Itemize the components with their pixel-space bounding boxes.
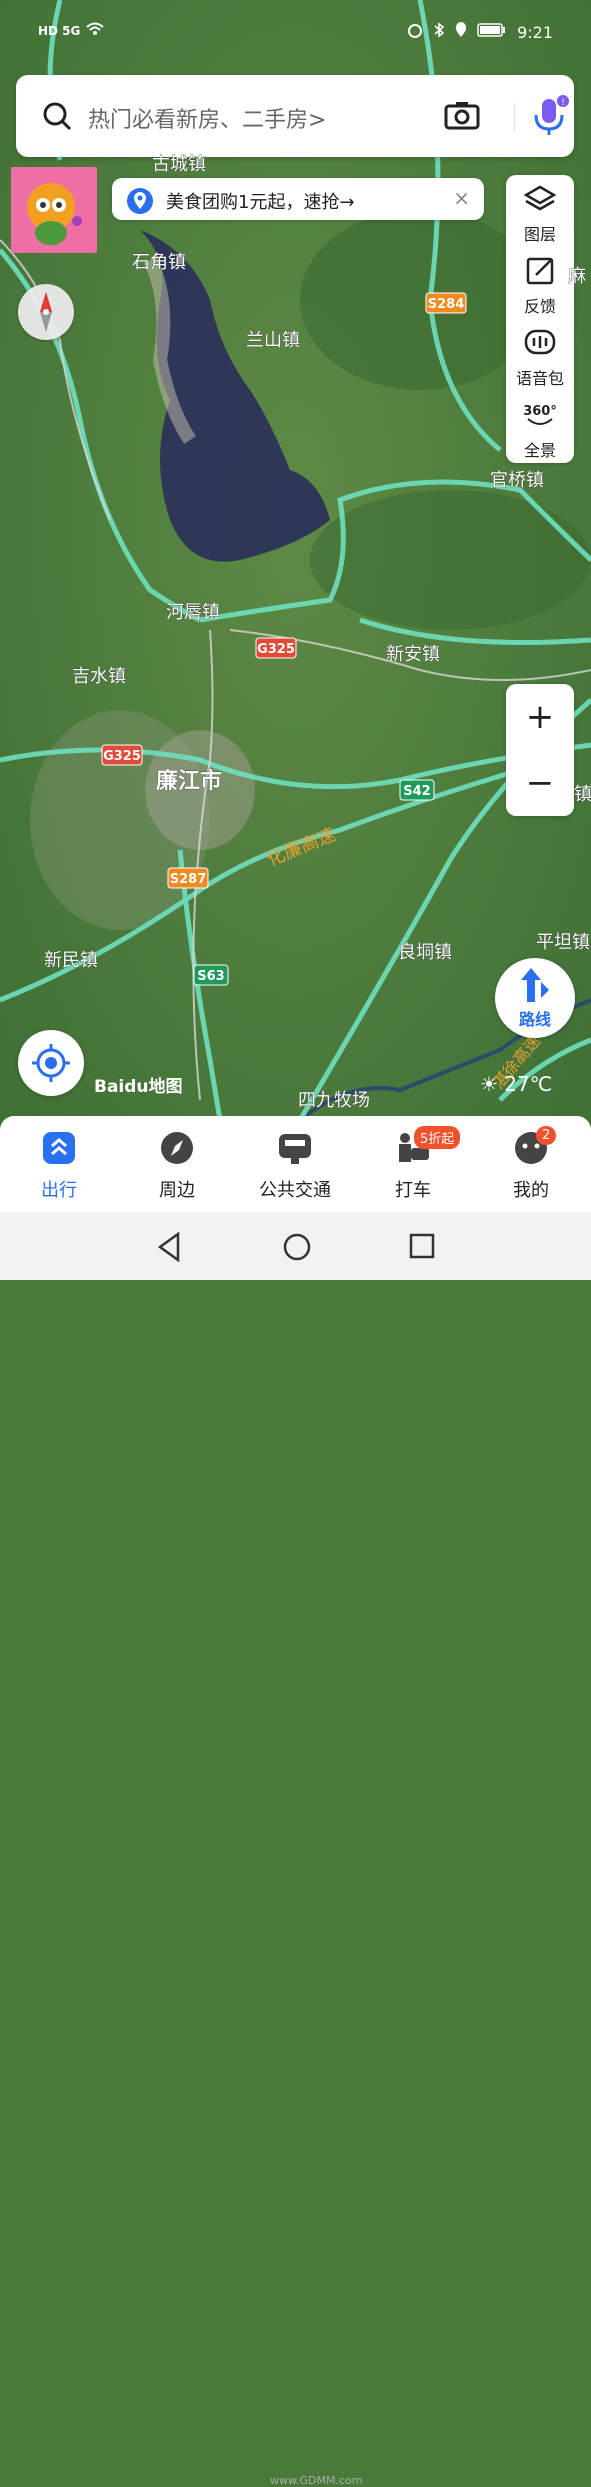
wifi-icon <box>86 22 105 39</box>
discount-badge: 5折起 <box>414 1126 461 1149</box>
notification-badge: 2 <box>536 1126 557 1145</box>
mascot-icon <box>27 183 82 245</box>
nav-profile[interactable]: 我的 2 <box>476 1126 586 1210</box>
zoom-out-button[interactable]: − <box>506 750 574 816</box>
bluetooth-icon <box>433 22 445 42</box>
compass-icon <box>40 292 52 332</box>
tool-label: 图层 <box>523 225 556 244</box>
voice-pack-icon <box>524 329 556 355</box>
compass-button[interactable] <box>18 284 74 340</box>
location-icon <box>455 22 467 42</box>
network-label: HD 5G <box>38 23 81 38</box>
svg-text:!: ! <box>561 98 565 108</box>
camera-icon[interactable] <box>444 99 480 135</box>
feedback-icon <box>526 257 554 285</box>
bottom-nav: 出行 周边 公共交通 打车 5折起 我的 2 <box>0 1116 591 1212</box>
nav-label: 我的 <box>513 1180 549 1201</box>
location-pin-icon <box>126 187 154 219</box>
clock: 9:21 <box>517 22 553 42</box>
search-divider <box>514 103 515 131</box>
bus-icon <box>279 1134 311 1164</box>
tool-voice-pack[interactable]: 语音包 <box>506 321 574 393</box>
tool-label: 反馈 <box>523 297 556 316</box>
crosshair-icon <box>32 1044 70 1082</box>
promo-text[interactable]: 美食团购1元起，速抢→ <box>166 188 355 214</box>
layers-icon <box>524 185 556 211</box>
alarm-icon <box>407 22 423 42</box>
system-nav-bar: www.GDMM.com <box>0 1212 591 2487</box>
search-placeholder[interactable]: 热门必看新房、二手房> <box>88 102 326 134</box>
nav-taxi[interactable]: 打车 5折起 <box>358 1126 468 1210</box>
home-icon[interactable] <box>282 1232 312 1262</box>
weather[interactable]: ☀ 27℃ <box>480 1072 552 1096</box>
nav-label: 公共交通 <box>259 1180 331 1201</box>
route-button[interactable]: 路线 <box>495 958 575 1038</box>
recents-icon[interactable] <box>408 1232 436 1260</box>
battery-icon <box>477 22 507 42</box>
panorama-badge: 360° <box>524 404 556 419</box>
zoom-in-button[interactable]: + <box>506 684 574 750</box>
nav-label: 打车 <box>395 1180 431 1201</box>
tool-feedback[interactable]: 反馈 <box>506 249 574 321</box>
nav-transit[interactable]: 公共交通 <box>240 1130 350 1210</box>
travel-icon <box>43 1132 75 1164</box>
nearby-compass-icon <box>161 1132 193 1164</box>
search-bar[interactable]: 热门必看新房、二手房> ! <box>16 75 574 157</box>
signal-indicators: HD 5G <box>38 22 105 39</box>
mascot-avatar[interactable] <box>11 167 97 253</box>
close-promo-button[interactable]: × <box>453 186 470 210</box>
promo-banner[interactable]: 美食团购1元起，速抢→ × <box>112 178 484 220</box>
tool-label: 全景 <box>523 441 556 460</box>
route-label: 路线 <box>518 1010 551 1029</box>
nav-nearby[interactable]: 周边 <box>122 1130 232 1210</box>
nav-travel[interactable]: 出行 <box>4 1130 114 1210</box>
map-tools-panel: 图层 反馈 语音包 360° 全景 <box>506 175 574 463</box>
search-icon <box>42 101 72 135</box>
nav-label: 出行 <box>41 1180 77 1201</box>
panorama-360-icon: 360° <box>524 404 556 425</box>
baidu-map-logo: Baidu地图 <box>94 1077 183 1097</box>
route-arrow-icon <box>521 968 549 1002</box>
temperature: 27℃ <box>504 1072 553 1096</box>
status-right: 9:21 <box>407 22 553 42</box>
voice-mic-icon[interactable]: ! <box>530 95 570 143</box>
locate-me-button[interactable] <box>18 1030 84 1096</box>
tool-layers[interactable]: 图层 <box>506 177 574 249</box>
status-bar: HD 5G 9:21 <box>0 18 591 48</box>
sun-icon: ☀ <box>480 1072 498 1096</box>
zoom-control: + − <box>506 684 574 816</box>
tool-label: 语音包 <box>515 369 564 388</box>
back-icon[interactable] <box>156 1232 182 1262</box>
nav-label: 周边 <box>159 1180 195 1201</box>
watermark: www.GDMM.com <box>270 2474 363 2487</box>
tool-panorama[interactable]: 360° 全景 <box>506 393 574 465</box>
